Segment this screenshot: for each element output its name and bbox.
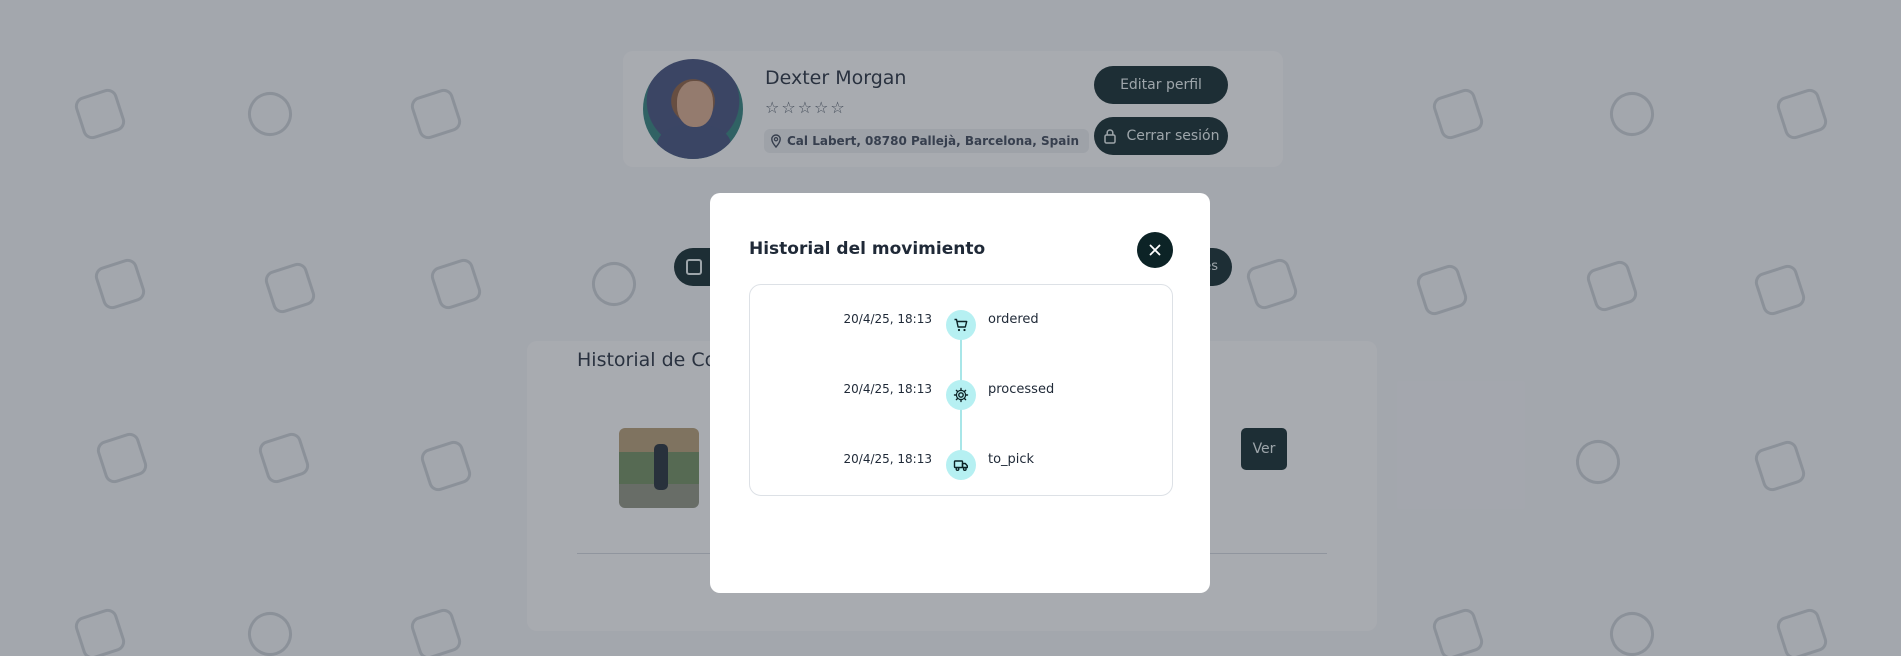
timeline-date: 20/4/25, 18:13 — [843, 452, 932, 466]
timeline-item: 20/4/25, 18:13 to_pick — [750, 444, 1172, 480]
movement-history-modal: Historial del movimiento 20/4/25, 18:13 … — [710, 193, 1210, 593]
close-icon — [1149, 244, 1161, 256]
gear-icon — [946, 380, 976, 410]
timeline-item: 20/4/25, 18:13 processed — [750, 374, 1172, 410]
timeline-status: processed — [988, 382, 1055, 397]
timeline-status: to_pick — [988, 452, 1035, 467]
modal-title: Historial del movimiento — [749, 239, 986, 259]
timeline-date: 20/4/25, 18:13 — [843, 312, 932, 326]
cart-icon — [946, 310, 976, 340]
timeline: 20/4/25, 18:13 ordered 20/4/25, 18:13 pr… — [749, 284, 1173, 496]
close-button[interactable] — [1137, 232, 1173, 268]
timeline-date: 20/4/25, 18:13 — [843, 382, 932, 396]
timeline-status: ordered — [988, 312, 1039, 327]
truck-icon — [946, 450, 976, 480]
timeline-item: 20/4/25, 18:13 ordered — [750, 304, 1172, 340]
